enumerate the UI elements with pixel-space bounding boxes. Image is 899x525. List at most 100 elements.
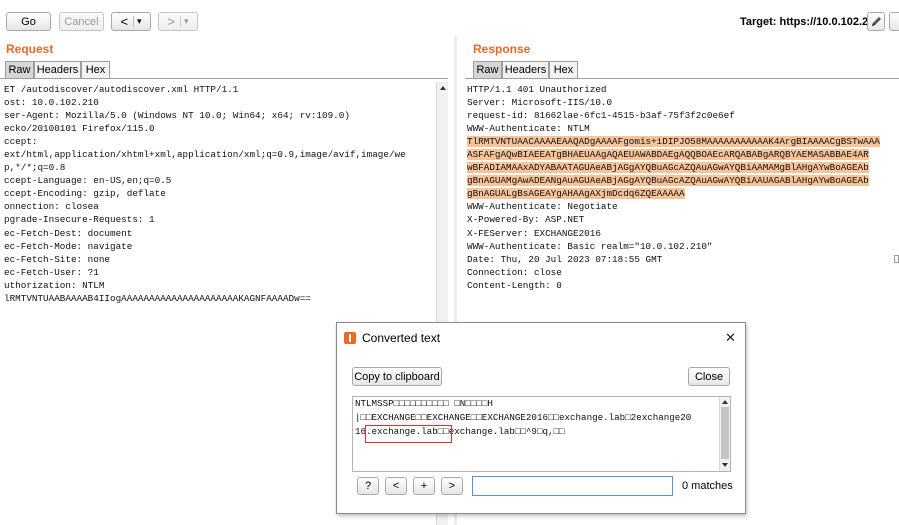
request-tab-raw[interactable]: Raw: [5, 61, 34, 78]
dialog-title: Converted text: [362, 331, 441, 345]
response-line: WWW-Authenticate: Basic realm="10.0.102.…: [467, 240, 897, 253]
request-line: uthorization: NTLM: [4, 279, 434, 292]
scroll-down-arrow-icon: [722, 463, 728, 467]
search-next-button[interactable]: >: [441, 477, 463, 495]
cancel-button[interactable]: Cancel: [59, 12, 104, 31]
response-highlighted-line-text: ASFAFgAQwBIAEEATgBHAEUAAgAQAEUAWABDAEgAQ…: [467, 149, 869, 161]
scroll-thumb[interactable]: [721, 407, 729, 459]
converted-text-scrollbar[interactable]: [719, 397, 730, 471]
tab-label: Headers: [504, 64, 547, 76]
response-highlighted-line-text: gBnAGUALgBsAGEAYgAHAAgAXjmDcdq6ZQEAAAAA: [467, 188, 685, 200]
response-highlighted-line-text: gBnAGUAMgAwADEANgAuAGUAeABjAGgAYQBuAGcAZ…: [467, 175, 869, 187]
go-label: Go: [21, 15, 36, 28]
response-highlighted-line-text: wBFADIAMAAxADYABAATAGUAeABjAGgAYQBuAGcAZ…: [467, 162, 869, 174]
request-line-text: ET /autodiscover/autodiscover.xml HTTP/1…: [4, 84, 239, 95]
request-tab-hex[interactable]: Hex: [81, 61, 110, 78]
go-button[interactable]: Go: [6, 12, 51, 31]
plus-icon: +: [420, 480, 428, 492]
tab-label: Raw: [8, 64, 31, 76]
search-add-button[interactable]: +: [413, 477, 435, 495]
request-line: ET /autodiscover/autodiscover.xml HTTP/1…: [4, 83, 434, 96]
request-line: ec-Fetch-Site: none: [4, 253, 434, 266]
search-previous-button[interactable]: <: [385, 477, 407, 495]
response-tab-raw[interactable]: Raw: [473, 61, 502, 78]
request-line-text: ccept-Language: en-US,en;q=0.5: [4, 175, 172, 187]
response-line: Connection: close: [467, 266, 897, 279]
annotation-box: [365, 425, 452, 443]
chevron-left-icon: <: [392, 480, 400, 492]
dropdown-arrow-icon: ▾: [180, 16, 189, 27]
request-line: ser-Agent: Mozilla/5.0 (Windows NT 10.0;…: [4, 109, 434, 122]
request-line: ost: 10.0.102.210: [4, 96, 434, 109]
response-tab-headers[interactable]: Headers: [502, 61, 549, 78]
edit-target-button[interactable]: [867, 12, 885, 31]
response-line: Content-Length: 0: [467, 279, 897, 292]
request-tab-headers[interactable]: Headers: [34, 61, 81, 78]
dropdown-arrow-icon: ▾: [133, 16, 142, 27]
close-icon[interactable]: ✕: [725, 330, 736, 346]
converted-text-line-text: NTLMSSP□□□□□□□□□□ □N□□□□H: [355, 398, 493, 409]
close-label: Close: [694, 370, 724, 383]
resize-handle[interactable]: [894, 255, 899, 263]
response-line-text: WWW-Authenticate: Negotiate: [467, 201, 618, 213]
request-line-text: ecko/20100101 Firefox/115.0: [4, 123, 155, 135]
response-highlighted-line-text: TlRMTVNTUAACAAAAEAAQADgAAAAFgomis+iDIPJO…: [467, 136, 880, 148]
request-line: onnection: closea: [4, 200, 434, 213]
response-highlighted-line: wBFADIAMAAxADYABAATAGUAeABjAGgAYQBuAGcAZ…: [467, 161, 897, 174]
pencil-icon: [871, 17, 881, 26]
response-tab-hex[interactable]: Hex: [549, 61, 578, 78]
response-title: Response: [473, 42, 531, 56]
chevron-right-icon: >: [167, 14, 176, 29]
response-line: X-Powered-By: ASP.NET: [467, 213, 897, 226]
request-line-text: pgrade-Insecure-Requests: 1: [4, 214, 155, 226]
request-tab-underline: [0, 78, 448, 79]
response-line: X-FEServer: EXCHANGE2016: [467, 227, 897, 240]
response-line-text: X-FEServer: EXCHANGE2016: [467, 227, 601, 239]
request-line: p,*/*;q=0.8: [4, 161, 434, 174]
request-line: lRMTVNTUAABAAAAB4IIogAAAAAAAAAAAAAAAAAAA…: [4, 292, 434, 305]
forward-button[interactable]: > ▾: [158, 12, 198, 31]
burp-logo-icon: [344, 332, 356, 344]
tab-label: Headers: [36, 64, 79, 76]
response-highlighted-line: gBnAGUAMgAwADEANgAuAGUAeABjAGgAYQBuAGcAZ…: [467, 174, 897, 187]
help-label: ?: [364, 480, 372, 492]
request-line-text: uthorization: NTLM: [4, 279, 105, 291]
response-line: HTTP/1.1 401 Unauthorized: [467, 83, 897, 96]
converted-text-line: |□□EXCHANGE□□EXCHANGE□□EXCHANGE2016□□exc…: [355, 411, 717, 425]
cancel-label: Cancel: [64, 15, 99, 28]
tab-label: Raw: [476, 64, 499, 76]
target-help-button[interactable]: [889, 12, 899, 31]
scroll-up-arrow-icon: [722, 400, 728, 404]
request-line: ec-Fetch-Mode: navigate: [4, 240, 434, 253]
request-line-text: ext/html,application/xhtml+xml,applicati…: [4, 149, 406, 161]
response-line-text: Date: Thu, 20 Jul 2023 07:18:55 GMT: [467, 253, 663, 265]
request-line-text: onnection: closea: [4, 201, 99, 213]
response-line: WWW-Authenticate: NTLM: [467, 122, 897, 135]
search-input[interactable]: [472, 476, 673, 496]
close-button[interactable]: Close: [688, 367, 730, 386]
request-line-text: ser-Agent: Mozilla/5.0 (Windows NT 10.0;…: [4, 110, 350, 122]
request-line: ccept-Encoding: gzip, deflate: [4, 187, 434, 200]
response-line-text: Server: Microsoft-IIS/10.0: [467, 97, 613, 109]
response-line-text: request-id: 81662lae-6fc1-4515-b3af-75f3…: [467, 110, 735, 122]
converted-text-line-text: |□□EXCHANGE□□EXCHANGE□□EXCHANGE2016□□exc…: [355, 412, 692, 423]
request-title: Request: [6, 42, 54, 56]
response-line: request-id: 81662lae-6fc1-4515-b3af-75f3…: [467, 109, 897, 122]
request-line: ccept:: [4, 135, 434, 148]
copy-label: Copy to clipboard: [354, 370, 440, 383]
response-line-text: X-Powered-By: ASP.NET: [467, 214, 585, 226]
search-help-button[interactable]: ?: [357, 477, 379, 495]
request-line-text: ccept-Encoding: gzip, deflate: [4, 188, 166, 200]
chevron-left-icon: <: [120, 14, 129, 29]
response-line-text: WWW-Authenticate: NTLM: [467, 123, 590, 135]
back-button[interactable]: < ▾: [111, 12, 151, 31]
response-line: Server: Microsoft-IIS/10.0: [467, 96, 897, 109]
request-line: ext/html,application/xhtml+xml,applicati…: [4, 148, 434, 161]
request-line-text: ost: 10.0.102.210: [4, 97, 99, 109]
copy-to-clipboard-button[interactable]: Copy to clipboard: [352, 367, 442, 386]
response-tab-underline: [465, 78, 899, 79]
converted-text-dialog: Converted text ✕ Copy to clipboard Close…: [336, 322, 746, 514]
chevron-right-icon: >: [448, 480, 456, 492]
converted-text-line: NTLMSSP□□□□□□□□□□ □N□□□□H: [355, 397, 717, 411]
response-line-text: HTTP/1.1 401 Unauthorized: [467, 84, 607, 95]
